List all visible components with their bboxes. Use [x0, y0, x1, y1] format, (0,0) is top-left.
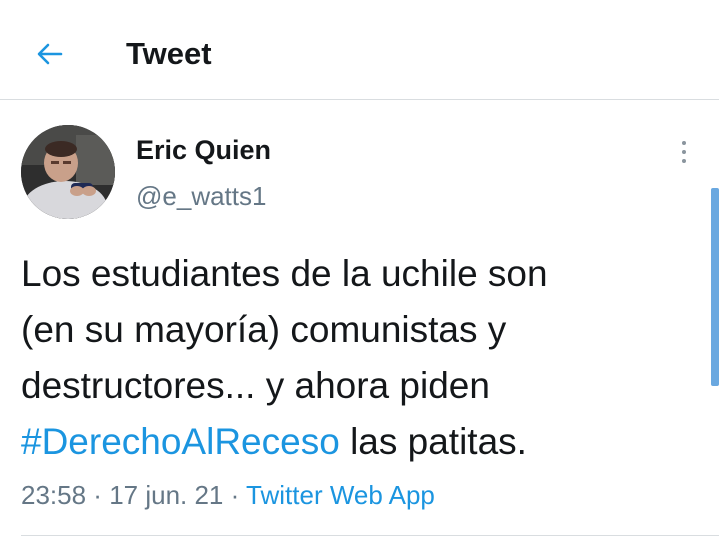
hashtag-link[interactable]: #DerechoAlReceso	[21, 421, 340, 462]
tweet-text: Los estudiantes de la uchile son (en su …	[21, 246, 701, 470]
tweet-source-link[interactable]: Twitter Web App	[246, 480, 435, 510]
tweet-date[interactable]: 17 jun. 21	[109, 480, 223, 510]
author-handle[interactable]: @e_watts1	[136, 180, 266, 212]
scrollbar[interactable]	[711, 188, 719, 386]
tweet-text-line: (en su mayoría) comunistas y	[21, 309, 507, 350]
tweet-metadata: 23:58 · 17 jun. 21 · Twitter Web App	[21, 478, 435, 512]
arrow-left-icon	[37, 43, 63, 65]
more-vertical-icon	[682, 141, 686, 145]
tweet-text-line: destructores... y ahora piden	[21, 365, 490, 406]
more-options-button[interactable]	[672, 138, 696, 166]
tweet-text-tail: las patitas.	[339, 421, 527, 462]
meta-separator: ·	[86, 480, 110, 510]
page-title: Tweet	[126, 36, 212, 71]
tweet-text-line: Los estudiantes de la uchile son	[21, 253, 548, 294]
avatar-image	[21, 125, 115, 219]
back-button[interactable]	[30, 34, 70, 74]
meta-separator: ·	[223, 480, 247, 510]
tweet-time[interactable]: 23:58	[21, 480, 86, 510]
top-bar: Tweet	[0, 0, 719, 100]
divider	[21, 535, 719, 536]
tweet-text-line: #DerechoAlReceso las patitas.	[21, 414, 701, 470]
author-name[interactable]: Eric Quien	[136, 134, 271, 166]
avatar[interactable]	[21, 125, 115, 219]
